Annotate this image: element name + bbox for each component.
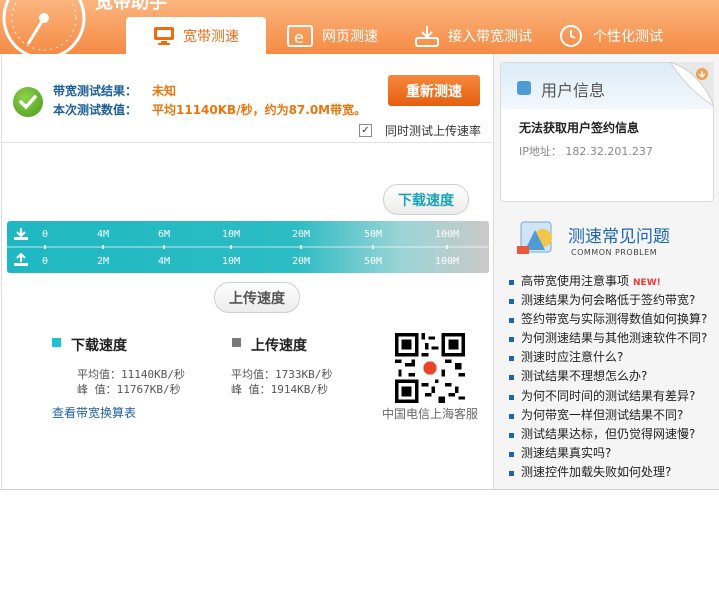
faq-icon [517, 221, 552, 254]
faq-item[interactable]: 为何不同时间的测试结果有差异? [507, 387, 707, 406]
download-tick-label: 50M [363, 229, 383, 240]
faq-item-label: 测试结果不理想怎么办? [521, 369, 648, 384]
faq-title: 测速常见问题 [568, 227, 670, 247]
ip-address: IP地址： 182.32.201.237 [519, 145, 653, 158]
user-info-card: 用户信息 无法获取用户签约信息 IP地址： 182.32.201.237 [500, 62, 714, 202]
faq-item-label: 高带宽使用注意事项 [521, 274, 630, 288]
tab-label: 个性化测试 [593, 28, 663, 45]
download-tick-label: 4M [96, 229, 110, 240]
upload-avg: 平均值：1733KB/秒 [231, 368, 333, 381]
tab-custom-test[interactable]: 个性化测试 [559, 17, 663, 54]
faq-item[interactable]: 签约带宽与实际测得数值如何换算? [507, 310, 707, 329]
faq-subtitle: COMMON PROBLEM [571, 248, 658, 257]
download-legend-swatch [52, 338, 61, 347]
faq-item[interactable]: 测速控件加载失败如何处理? [507, 463, 707, 482]
speed-scale-bar: 0 4M 6M 10M 20M 50M 100M 0 2M 4M 10M 20M 50M 100M [7, 221, 489, 273]
user-info-title: 用户信息 [541, 81, 606, 100]
download-speed-bubble: 下载速度 [383, 184, 469, 215]
faq-item[interactable]: 测速结果真实吗? [507, 444, 707, 463]
upload-tick-label: 4M [157, 256, 171, 267]
upload-test-label: 同时测试上传速率 [385, 124, 482, 138]
download-tick-label: 6M [157, 229, 171, 240]
result-label: 带宽测试结果： [53, 84, 138, 98]
faq-item-label: 为何带宽一样但测试结果不同? [521, 407, 684, 422]
faq-item-label: 测速时应注意什么? [521, 350, 624, 365]
tick-mark [163, 245, 165, 249]
tab-bandwidth-test[interactable]: 宽带测速 [126, 17, 266, 54]
router-icon [415, 25, 439, 47]
clock-icon [560, 24, 582, 47]
faq-item-label: 签约带宽与实际测得数值如何换算? [521, 312, 708, 327]
tab-web-test[interactable]: e 网页测速 [286, 17, 378, 54]
header-bar: 宽带助手 宽带测速 e 网页测速 接入带宽测试 个性化测试 [0, 0, 719, 60]
download-peak: 峰 值：11767KB/秒 [77, 383, 181, 396]
faq-item[interactable]: 测速时应注意什么? [507, 348, 707, 367]
upload-tick-label: 2M [96, 256, 110, 267]
bandwidth-conversion-link[interactable]: 查看带宽换算表 [52, 404, 136, 421]
divider [0, 489, 719, 490]
user-info-message: 无法获取用户签约信息 [519, 121, 640, 135]
tab-access-bandwidth[interactable]: 接入带宽测试 [414, 17, 532, 54]
faq-item[interactable]: 为何测速结果与其他测速软件不同? [507, 329, 707, 348]
download-tick-label: 0 [41, 229, 49, 240]
upload-peak: 峰 值：1914KB/秒 [231, 383, 328, 396]
app-title: 宽带助手 [95, 0, 167, 13]
tab-label: 接入带宽测试 [448, 28, 532, 45]
retest-button[interactable]: 重新测速 [388, 75, 480, 106]
tick-mark [44, 245, 46, 249]
download-tick-label: 100M [434, 229, 460, 240]
tick-mark [102, 245, 104, 249]
section-divider [1, 142, 492, 143]
faq-item-label: 测试结果达标，但仍觉得网速慢? [521, 426, 696, 441]
upload-tick-label: 20M [291, 256, 311, 267]
faq-item[interactable]: 高带宽使用注意事项 NEW! [507, 272, 707, 291]
new-badge: NEW! [633, 278, 661, 288]
download-legend-title: 下载速度 [71, 338, 127, 354]
upload-legend-title: 上传速度 [251, 338, 307, 354]
value-label: 本次测试数值： [53, 103, 138, 117]
upload-tick-label: 100M [434, 256, 460, 267]
qr-caption: 中国电信上海客服 [382, 407, 479, 421]
download-icon [14, 228, 28, 240]
bar-divider [7, 246, 489, 248]
faq-item[interactable]: 测速结果为何会略低于签约带宽? [507, 291, 707, 310]
download-tick-label: 10M [221, 229, 241, 240]
download-avg: 平均值：11140KB/秒 [77, 368, 185, 381]
faq-item[interactable]: 测试结果不理想怎么办? [507, 367, 707, 386]
monitor-icon [154, 26, 174, 45]
result-value: 未知 [152, 84, 177, 98]
faq-item-label: 测速结果为何会略低于签约带宽? [521, 293, 696, 308]
upload-test-checkbox[interactable]: ✓ [359, 124, 372, 137]
upload-speed-bubble: 上传速度 [214, 282, 300, 313]
tick-mark [230, 245, 232, 249]
faq-list: 高带宽使用注意事项 NEW! 测速结果为何会略低于签约带宽? 签约带宽与实际测得数值如… [507, 272, 707, 482]
tick-mark [300, 245, 302, 249]
upload-tick-label: 0 [41, 256, 49, 267]
tick-mark [372, 245, 374, 249]
upload-tick-label: 50M [363, 256, 383, 267]
faq-item-label: 为何测速结果与其他测速软件不同? [521, 331, 708, 346]
faq-item-label: 测速结果真实吗? [521, 445, 612, 460]
upload-icon [14, 253, 28, 266]
faq-item[interactable]: 为何带宽一样但测试结果不同? [507, 406, 707, 425]
upload-legend-swatch [232, 338, 241, 347]
tab-label: 网页测速 [322, 28, 378, 45]
tick-mark [446, 245, 448, 249]
qr-code-icon [395, 333, 465, 403]
download-tick-label: 20M [291, 229, 311, 240]
user-icon [517, 81, 531, 95]
faq-item[interactable]: 测试结果达标，但仍觉得网速慢? [507, 425, 707, 444]
faq-item-label: 为何不同时间的测试结果有差异? [521, 388, 696, 403]
svg-text:e: e [294, 28, 304, 47]
upload-tick-label: 10M [221, 256, 241, 267]
value-text: 平均11140KB/秒，约为87.0M带宽。 [152, 103, 367, 117]
browser-icon: e [287, 24, 313, 47]
checkmark-icon [13, 87, 43, 117]
tab-label: 宽带测速 [183, 28, 239, 45]
page-curl-icon[interactable] [670, 62, 714, 106]
faq-item-label: 测速控件加载失败如何处理? [521, 464, 672, 479]
